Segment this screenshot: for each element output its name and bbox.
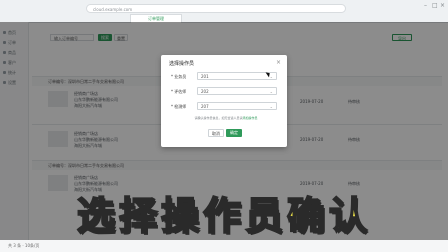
- salesperson-select[interactable]: 201 ⌄: [197, 72, 277, 80]
- address-bar[interactable]: cloud.example.com: [86, 4, 346, 13]
- add-operator-link[interactable]: 添加操作员: [243, 116, 258, 120]
- dialog-note-text: 请确认操作员信息，如无合适人员请: [194, 116, 243, 120]
- chevron-down-icon: ⌄: [269, 89, 273, 94]
- chevron-down-icon: ⌄: [269, 104, 273, 109]
- dialog-title: 选择操作员: [169, 61, 195, 67]
- browser-toolbar: cloud.example.com 订单管理 – □ ×: [0, 0, 448, 23]
- inspector-value: 207: [201, 104, 209, 109]
- select-operator-dialog: 选择操作员 × * 业务员 201 ⌄ * 评估师 202 ⌄ * 检测师 20…: [161, 55, 287, 147]
- dialog-note: 请确认操作员信息，如无合适人员请添加操作员: [171, 116, 281, 120]
- confirm-button[interactable]: 确定: [226, 129, 242, 137]
- browser-window: cloud.example.com 订单管理 – □ × 首页 订单 商品 客户…: [0, 0, 448, 252]
- evaluator-value: 202: [201, 89, 209, 94]
- inspector-select[interactable]: 207 ⌄: [197, 102, 277, 110]
- pagination-bar: 共 3 条 · 10条/页: [0, 240, 448, 252]
- evaluator-label: * 评估师: [171, 89, 187, 94]
- close-window-icon[interactable]: ×: [440, 3, 446, 9]
- salesperson-label: * 业务员: [171, 74, 187, 79]
- salesperson-value: 201: [201, 74, 209, 79]
- video-subtitle: 选择操作员确认: [76, 193, 371, 239]
- inspector-label: * 检测师: [171, 104, 187, 109]
- maximize-icon[interactable]: □: [432, 3, 438, 9]
- minimize-icon[interactable]: –: [424, 3, 430, 9]
- close-icon[interactable]: ×: [276, 59, 281, 66]
- evaluator-select[interactable]: 202 ⌄: [197, 87, 277, 95]
- cancel-button[interactable]: 取消: [208, 129, 224, 137]
